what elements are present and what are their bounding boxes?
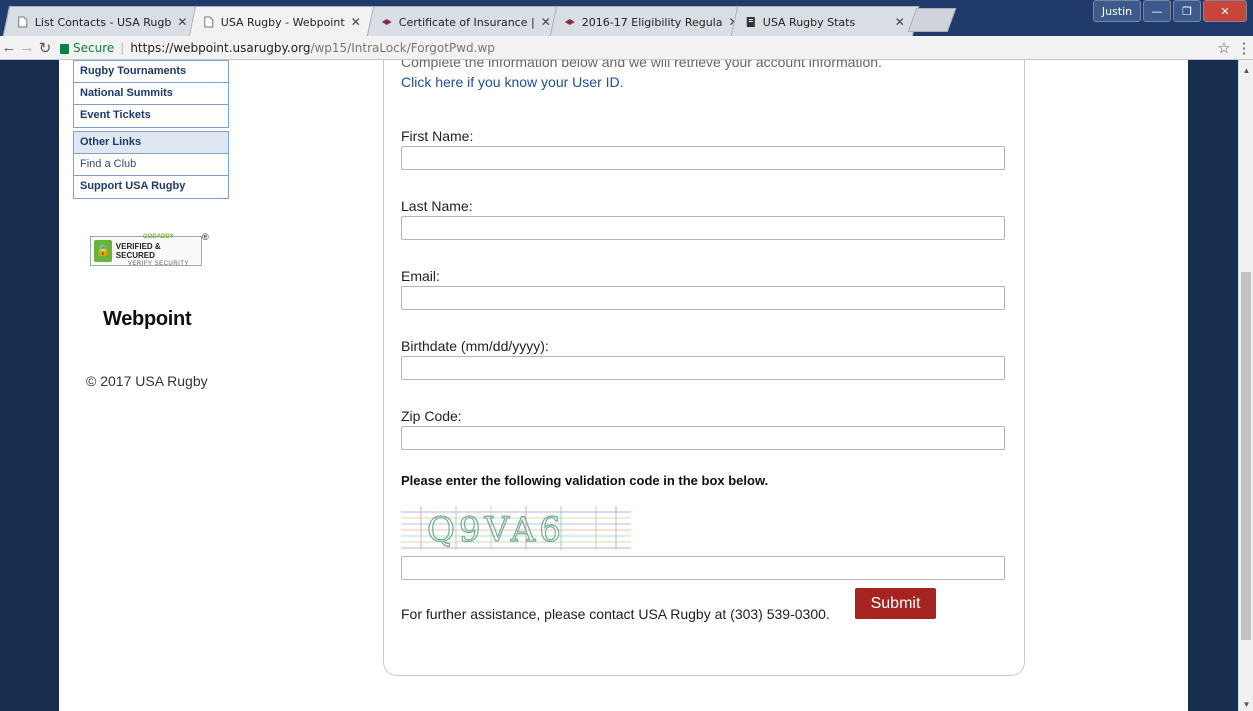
profile-button[interactable]: Justin xyxy=(1093,0,1141,22)
back-arrow-icon[interactable]: ← xyxy=(0,39,18,56)
last-name-label: Last Name: xyxy=(401,198,473,214)
seal-line-3: VERIFY SECURITY xyxy=(127,261,189,267)
bookmark-star-icon[interactable]: ☆ xyxy=(1213,39,1235,57)
captcha-image: Q9VA6 xyxy=(401,506,631,550)
birthdate-field[interactable] xyxy=(401,356,1005,380)
tab-title: Certificate of Insurance | xyxy=(398,15,535,28)
last-name-field[interactable] xyxy=(401,216,1005,240)
browser-tab-strip: List Contacts - USA Rugb ✕ USA Rugby - W… xyxy=(0,0,1253,36)
sidebar-nav: Rugby Tournaments National Summits Event… xyxy=(73,60,229,202)
sidebar-item-national-summits[interactable]: National Summits xyxy=(74,83,228,105)
assistance-text: For further assistance, please contact U… xyxy=(401,606,830,622)
usarugby-icon xyxy=(564,18,575,25)
submit-button[interactable]: Submit xyxy=(855,588,936,619)
sidebar-header-other-links: Other Links xyxy=(74,132,228,154)
tab-usa-rugby-webpoint[interactable]: USA Rugby - Webpoint ✕ xyxy=(188,6,376,36)
browser-menu-icon[interactable]: ⋮ xyxy=(1235,39,1253,57)
sidebar-group-other-links: Other Links Find a Club Support USA Rugb… xyxy=(73,131,229,199)
document-icon xyxy=(746,16,755,27)
scroll-down-icon[interactable]: ▼ xyxy=(1239,700,1253,709)
copyright-text: © 2017 USA Rugby xyxy=(86,373,208,389)
lock-icon xyxy=(60,43,69,54)
secure-indicator[interactable]: Secure xyxy=(60,41,114,55)
form-intro-text: Complete the information below and we wi… xyxy=(401,60,882,70)
sidebar-item-event-tickets[interactable]: Event Tickets xyxy=(74,105,228,127)
close-tab-icon[interactable]: ✕ xyxy=(177,15,187,29)
right-navy-band xyxy=(1188,60,1238,711)
url-separator: | xyxy=(120,40,125,55)
tab-title: 2016-17 Eligibility Regula xyxy=(581,15,723,28)
close-tab-icon[interactable]: ✕ xyxy=(351,15,361,29)
scroll-up-icon[interactable]: ▲ xyxy=(1239,66,1253,75)
godaddy-security-seal[interactable]: 🔒 GODADDY VERIFIED & SECURED VERIFY SECU… xyxy=(90,232,209,270)
page-icon xyxy=(18,16,28,27)
validation-instructions: Please enter the following validation co… xyxy=(401,473,769,488)
left-navy-band xyxy=(0,60,59,711)
scrollbar-thumb[interactable] xyxy=(1241,272,1251,640)
page-scrollbar[interactable]: ▲ ▼ xyxy=(1238,60,1253,711)
tab-list-contacts[interactable]: List Contacts - USA Rugb ✕ xyxy=(2,6,200,36)
window-controls: Justin — ❐ ✕ xyxy=(1093,0,1247,22)
page-icon xyxy=(204,16,214,27)
url-host: https://webpoint.usarugby.org xyxy=(130,40,311,55)
email-label: Email: xyxy=(401,268,440,284)
minimize-icon[interactable]: — xyxy=(1143,0,1171,22)
seal-line-1: GODADDY xyxy=(143,234,174,240)
email-field[interactable] xyxy=(401,286,1005,310)
close-window-icon[interactable]: ✕ xyxy=(1203,0,1247,22)
captcha-code: Q9VA6 xyxy=(427,510,565,550)
url-field[interactable]: Secure | https://webpoint.usarugby.org/w… xyxy=(60,41,1213,55)
know-userid-link[interactable]: Click here if you know your User ID. xyxy=(401,74,624,90)
usarugby-icon xyxy=(381,18,392,25)
first-name-label: First Name: xyxy=(401,128,474,144)
address-bar: ← → ↻ Secure | https://webpoint.usarugby… xyxy=(0,36,1253,60)
forward-arrow-icon[interactable]: → xyxy=(18,39,36,56)
url-path: /wp15/IntraLock/ForgotPwd.wp xyxy=(310,40,495,55)
validation-code-field[interactable] xyxy=(401,556,1005,580)
zip-code-label: Zip Code: xyxy=(401,408,462,424)
restore-icon[interactable]: ❐ xyxy=(1173,0,1201,22)
tab-certificate-of-insurance[interactable]: Certificate of Insurance | ✕ xyxy=(366,6,562,36)
new-tab-button[interactable] xyxy=(907,8,957,32)
secure-label: Secure xyxy=(73,40,115,55)
sidebar-item-support-usa-rugby[interactable]: Support USA Rugby xyxy=(74,176,228,198)
registered-mark: ® xyxy=(202,232,209,242)
tab-usa-rugby-stats[interactable]: USA Rugby Stats ✕ xyxy=(730,6,920,36)
zip-code-field[interactable] xyxy=(401,426,1005,450)
close-tab-icon[interactable]: ✕ xyxy=(541,15,551,29)
sidebar-item-rugby-tournaments[interactable]: Rugby Tournaments xyxy=(74,61,228,83)
tab-title: USA Rugby Stats xyxy=(762,15,856,28)
sidebar-item-find-a-club[interactable]: Find a Club xyxy=(74,154,228,176)
page-viewport: Rugby Tournaments National Summits Event… xyxy=(0,60,1253,711)
birthdate-label: Birthdate (mm/dd/yyyy): xyxy=(401,338,549,354)
sidebar-group-events: Rugby Tournaments National Summits Event… xyxy=(73,60,229,128)
reload-icon[interactable]: ↻ xyxy=(36,39,54,57)
first-name-field[interactable] xyxy=(401,146,1005,170)
tab-eligibility-regulations[interactable]: 2016-17 Eligibility Regula ✕ xyxy=(549,6,743,36)
webpoint-logo[interactable]: Webpoint xyxy=(103,308,192,331)
close-tab-icon[interactable]: ✕ xyxy=(895,15,905,29)
lock-icon: 🔒 xyxy=(94,240,112,262)
seal-line-2: VERIFIED & SECURED xyxy=(115,242,161,260)
tab-title: List Contacts - USA Rugb xyxy=(34,15,172,28)
tab-title: USA Rugby - Webpoint xyxy=(220,15,345,28)
